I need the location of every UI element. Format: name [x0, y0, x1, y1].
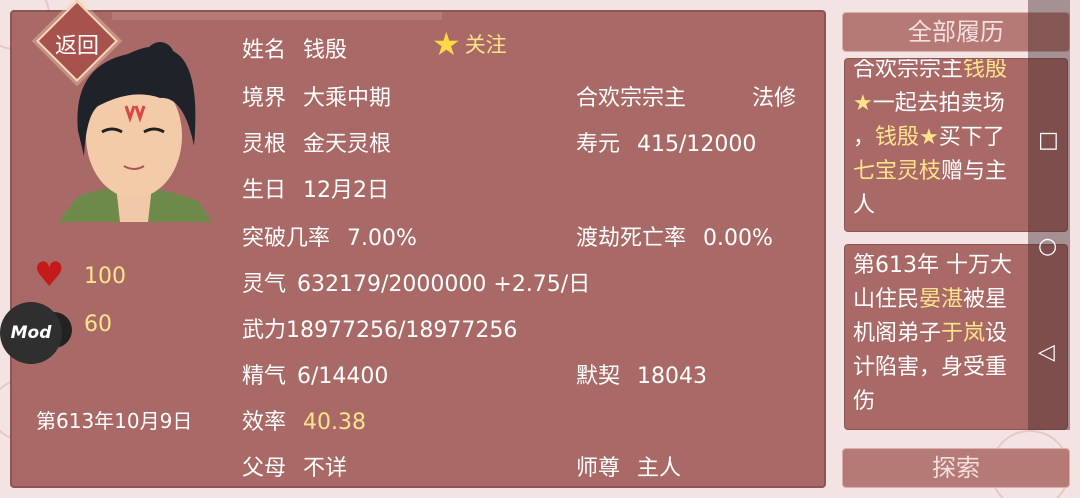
- parents-label: 父母: [242, 456, 287, 481]
- log-text: 设: [985, 321, 1008, 346]
- force-value: 18977256/18977256: [286, 318, 518, 343]
- efficiency-row: 效率 40.38: [242, 404, 366, 436]
- sect-title: 合欢宗宗主: [576, 86, 687, 111]
- qi-value: 632179/2000000 +2.75/日: [297, 272, 591, 297]
- lifespan-label: 寿元: [576, 132, 621, 157]
- mod-button[interactable]: Mod: [0, 302, 62, 364]
- log-text: 一起去拍卖场: [872, 91, 1005, 116]
- follow-button[interactable]: ★ 关注: [432, 28, 507, 60]
- log-text: ，: [853, 125, 876, 150]
- essence-value: 6/14400: [297, 364, 389, 389]
- efficiency-value: 40.38: [303, 410, 366, 435]
- follow-label: 关注: [464, 33, 507, 57]
- log-text: 被星: [963, 287, 1008, 312]
- efficiency-label: 效率: [242, 410, 287, 435]
- lifespan-value: 415/12000: [637, 132, 757, 157]
- log-text: 第613年 十万大: [853, 253, 1012, 278]
- recent-apps-icon[interactable]: □: [1038, 130, 1059, 152]
- tribulation-row: 渡劫死亡率 0.00%: [576, 220, 773, 252]
- rapport-value: 18043: [637, 364, 708, 389]
- heart-icon: ♥: [34, 255, 65, 295]
- character-portrait: [58, 42, 213, 222]
- log-character-name: 钱殷: [875, 125, 920, 150]
- log-text: 赠与主: [941, 159, 1008, 184]
- tribulation-label: 渡劫死亡率: [576, 226, 687, 251]
- log-text: 计陷害，身受重: [853, 355, 1008, 380]
- log-text: 伤: [853, 389, 876, 414]
- nav-back-icon[interactable]: ◁: [1038, 342, 1055, 364]
- essence-row: 精气 6/14400: [242, 358, 388, 390]
- log-character-name: 钱殷: [963, 58, 1008, 82]
- rapport-row: 默契 18043: [576, 358, 707, 390]
- breakthrough-value: 7.00%: [347, 226, 417, 251]
- force-row: 武力18977256/18977256: [242, 312, 517, 344]
- rapport-label: 默契: [576, 364, 621, 389]
- mana-value: 60: [84, 312, 112, 337]
- game-date: 第613年10月9日: [36, 409, 193, 433]
- essence-label: 精气: [242, 364, 287, 389]
- qi-row: 灵气 632179/2000000 +2.75/日: [242, 266, 590, 298]
- class-value: 法修: [752, 86, 797, 111]
- breakthrough-label: 突破几率: [242, 226, 331, 251]
- log-star-icon: ★: [919, 125, 939, 150]
- birthday-value: 12月2日: [303, 178, 390, 203]
- home-icon[interactable]: ○: [1038, 236, 1057, 258]
- root-row: 灵根 金天灵根: [242, 126, 391, 158]
- tribulation-value: 0.00%: [703, 226, 773, 251]
- log-character-name: 晏湛: [919, 287, 964, 312]
- log-text: 机阁弟子: [853, 321, 942, 346]
- explore-button[interactable]: 探索: [842, 448, 1070, 488]
- name-row: 姓名 钱殷: [242, 32, 347, 64]
- master-label: 师尊: [576, 456, 621, 481]
- breakthrough-row: 突破几率 7.00%: [242, 220, 417, 252]
- birthday-label: 生日: [242, 178, 287, 203]
- log-text: 人: [853, 193, 876, 218]
- portrait-hair-bun: [146, 42, 174, 70]
- master-row: 师尊 主人: [576, 450, 681, 482]
- log-text: 合欢宗宗主: [853, 58, 964, 82]
- log-character-name: 于岚: [941, 321, 986, 346]
- parents-row: 父母 不详: [242, 450, 347, 482]
- realm-row: 境界 大乘中期: [242, 80, 391, 112]
- force-label: 武力: [242, 318, 287, 343]
- health-value: 100: [84, 264, 126, 289]
- name-label: 姓名: [242, 38, 287, 63]
- log-text: 山住民: [853, 287, 920, 312]
- star-icon: ★: [432, 25, 461, 63]
- log-item-name: 七宝灵枝: [853, 159, 942, 184]
- system-nav-bar: [1028, 0, 1070, 430]
- log-star-icon: ★: [853, 91, 873, 116]
- panel-top-strip: [112, 12, 442, 20]
- birthday-row: 生日 12月2日: [242, 172, 389, 204]
- parents-value: 不详: [303, 456, 348, 481]
- name-value: 钱殷: [303, 38, 348, 63]
- log-text: 买下了: [938, 125, 1005, 150]
- root-value: 金天灵根: [303, 132, 392, 157]
- realm-label: 境界: [242, 86, 287, 111]
- master-value: 主人: [637, 456, 682, 481]
- qi-label: 灵气: [242, 272, 287, 297]
- realm-value: 大乘中期: [303, 86, 392, 111]
- root-label: 灵根: [242, 132, 287, 157]
- lifespan-row: 寿元 415/12000: [576, 126, 756, 158]
